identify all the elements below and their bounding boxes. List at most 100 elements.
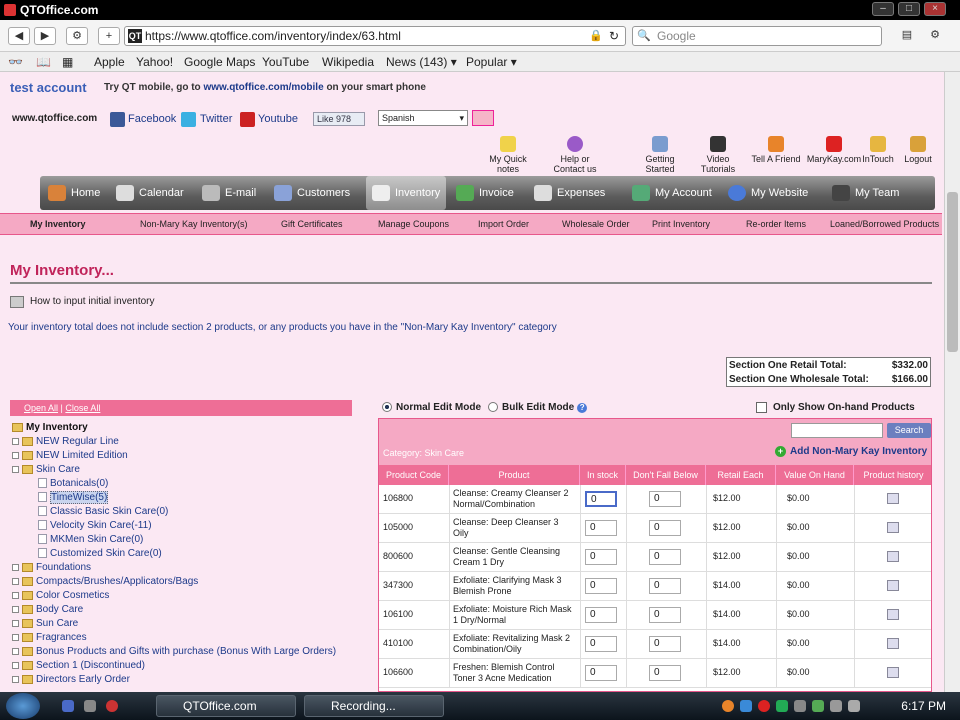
address-bar[interactable]: QT https://www.qtoffice.com/inventory/in… xyxy=(124,26,626,46)
min-input[interactable]: 0 xyxy=(649,578,681,594)
toplink-help[interactable]: Help or Contact us xyxy=(547,136,603,174)
tray-icon[interactable] xyxy=(722,700,734,712)
tree-item[interactable]: Velocity Skin Care(-11) xyxy=(38,520,152,531)
tree-item[interactable]: Botanicals(0) xyxy=(38,478,108,489)
page-menu-icon[interactable]: ▤ xyxy=(896,27,918,45)
tree-item[interactable]: Fragrances xyxy=(12,632,87,643)
language-go-button[interactable] xyxy=(472,110,494,126)
start-button[interactable] xyxy=(6,693,40,719)
bookmark-wikipedia[interactable]: Wikipedia xyxy=(322,55,374,69)
tree-item[interactable]: Foundations xyxy=(12,562,91,573)
howto-link[interactable]: How to input initial inventory xyxy=(30,296,155,307)
subnav-loaned-products[interactable]: Loaned/Borrowed Products xyxy=(830,219,939,229)
tree-item[interactable]: Color Cosmetics xyxy=(12,590,109,601)
history-icon[interactable] xyxy=(887,638,899,649)
settings-icon[interactable]: ⚙ xyxy=(66,27,88,45)
page-scrollbar[interactable] xyxy=(944,72,960,692)
facebook-icon[interactable] xyxy=(110,112,125,127)
maximize-button[interactable]: □ xyxy=(898,2,920,16)
tray-icon[interactable] xyxy=(758,700,770,712)
stock-input[interactable]: 0 xyxy=(585,636,617,652)
tree-item[interactable]: Section 1 (Discontinued) xyxy=(12,660,145,671)
tree-item[interactable]: Sun Care xyxy=(12,618,78,629)
browser-icon[interactable] xyxy=(106,700,118,712)
tree-item[interactable]: Customized Skin Care(0) xyxy=(38,548,162,559)
toplink-marykay[interactable]: MaryKay.com xyxy=(806,136,862,164)
help-icon[interactable]: ? xyxy=(577,403,588,413)
tree-item[interactable]: NEW Limited Edition xyxy=(12,450,128,461)
mobile-link[interactable]: www.qtoffice.com/mobile xyxy=(203,82,323,93)
tree-item[interactable]: Skin Care xyxy=(12,464,80,475)
twitter-link[interactable]: Twitter xyxy=(200,113,232,125)
show-desktop-icon[interactable] xyxy=(62,700,74,712)
bulk-edit-radio[interactable]: Bulk Edit Mode? xyxy=(488,402,588,413)
min-input[interactable]: 0 xyxy=(649,636,681,652)
tree-item[interactable]: Body Care xyxy=(12,604,83,615)
subnav-gift-certificates[interactable]: Gift Certificates xyxy=(281,219,343,229)
like-button[interactable]: Like 978 xyxy=(313,112,365,126)
language-select[interactable]: Spanish ▾ xyxy=(378,110,468,126)
stock-input[interactable]: 0 xyxy=(585,578,617,594)
new-tab-button[interactable]: + xyxy=(98,27,120,45)
toplink-logout[interactable]: Logout xyxy=(898,136,938,164)
history-icon[interactable] xyxy=(887,580,899,591)
toplink-intouch[interactable]: InTouch xyxy=(858,136,898,164)
min-input[interactable]: 0 xyxy=(649,607,681,623)
nav-email[interactable]: E-mail xyxy=(202,176,256,210)
bookmark-popular[interactable]: Popular ▾ xyxy=(466,55,517,69)
close-button[interactable]: × xyxy=(924,2,946,16)
twitter-icon[interactable] xyxy=(181,112,196,127)
bookmark-yahoo[interactable]: Yahoo! xyxy=(136,55,173,69)
forward-button[interactable]: ▶ xyxy=(34,27,56,45)
nav-invoice[interactable]: Invoice xyxy=(456,176,514,210)
reload-icon[interactable]: ↻ xyxy=(609,27,619,45)
subnav-my-inventory[interactable]: My Inventory xyxy=(30,219,86,229)
normal-edit-radio[interactable]: Normal Edit Mode xyxy=(382,402,481,413)
task-recording[interactable]: Recording... xyxy=(304,695,444,717)
bookmark-apple[interactable]: Apple xyxy=(94,55,125,69)
youtube-link[interactable]: Youtube xyxy=(258,113,298,125)
minimize-button[interactable]: – xyxy=(872,2,894,16)
tree-item[interactable]: NEW Regular Line xyxy=(12,436,119,447)
network-icon[interactable] xyxy=(830,700,842,712)
bookmarks-icon[interactable]: 📖 xyxy=(36,55,51,69)
history-icon[interactable] xyxy=(887,667,899,678)
subnav-print-inventory[interactable]: Print Inventory xyxy=(652,219,710,229)
subnav-reorder-items[interactable]: Re-order Items xyxy=(746,219,806,229)
nav-my-team[interactable]: My Team xyxy=(832,176,899,210)
subnav-non-mk-inventory[interactable]: Non-Mary Kay Inventory(s) xyxy=(140,219,248,229)
history-icon[interactable] xyxy=(887,522,899,533)
search-input[interactable]: Google xyxy=(632,26,882,46)
history-icon[interactable] xyxy=(887,609,899,620)
task-qtoffice[interactable]: QTOffice.com xyxy=(156,695,296,717)
open-all-link[interactable]: Open All xyxy=(24,403,58,413)
tree-item[interactable]: Directors Early Order xyxy=(12,674,130,685)
toplink-quick-notes[interactable]: My Quick notes xyxy=(480,136,536,174)
volume-icon[interactable] xyxy=(848,700,860,712)
apps-grid-icon[interactable]: ▦ xyxy=(62,55,73,69)
nav-expenses[interactable]: Expenses xyxy=(534,176,605,210)
min-input[interactable]: 0 xyxy=(649,491,681,507)
tree-item[interactable]: TimeWise(5) xyxy=(38,491,109,504)
history-icon[interactable] xyxy=(887,493,899,504)
stock-input[interactable]: 0 xyxy=(585,607,617,623)
youtube-icon[interactable] xyxy=(240,112,255,127)
nav-calendar[interactable]: Calendar xyxy=(116,176,184,210)
clock[interactable]: 6:17 PM xyxy=(901,699,946,713)
add-non-mk-link[interactable]: + Add Non-Mary Kay Inventory xyxy=(775,446,927,457)
reading-list-icon[interactable]: 👓 xyxy=(8,55,23,69)
stock-input[interactable]: 0 xyxy=(585,665,617,681)
product-search-input[interactable] xyxy=(791,423,883,438)
close-all-link[interactable]: Close All xyxy=(65,403,100,413)
search-button[interactable]: Search xyxy=(887,423,931,438)
tray-icon[interactable] xyxy=(812,700,824,712)
toplink-video-tutorials[interactable]: Video Tutorials xyxy=(690,136,746,174)
min-input[interactable]: 0 xyxy=(649,665,681,681)
min-input[interactable]: 0 xyxy=(649,549,681,565)
stock-input[interactable]: 0 xyxy=(585,520,617,536)
history-icon[interactable] xyxy=(887,551,899,562)
nav-inventory[interactable]: Inventory xyxy=(366,176,447,210)
nav-my-website[interactable]: My Website xyxy=(728,176,808,210)
tree-item[interactable]: Classic Basic Skin Care(0) xyxy=(38,506,168,517)
stock-input[interactable]: 0 xyxy=(585,491,617,507)
